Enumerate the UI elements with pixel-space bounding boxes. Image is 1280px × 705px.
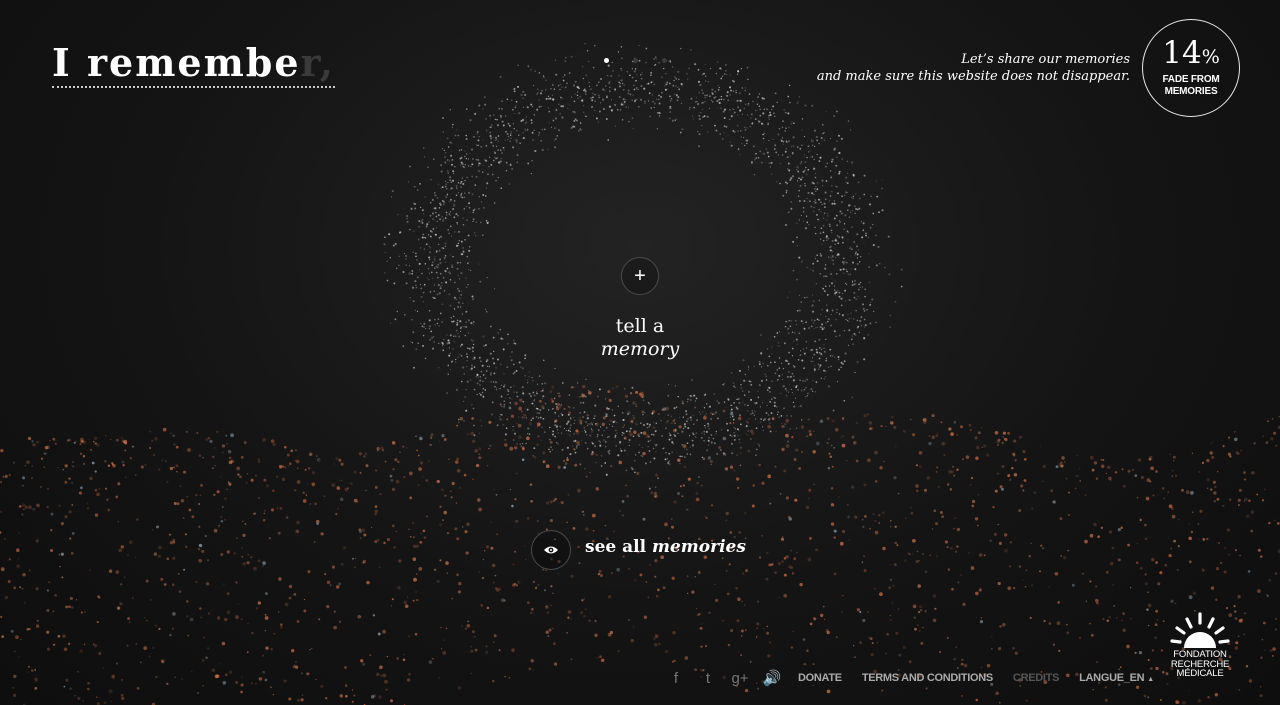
- site-logo[interactable]: I remember,: [52, 40, 336, 88]
- plus-icon[interactable]: +: [621, 257, 659, 295]
- eye-icon[interactable]: [531, 530, 571, 570]
- plus-symbol: +: [634, 264, 646, 287]
- fondation-recherche-medicale-logo[interactable]: FONDATION RECHERCHE MÉDICALE: [1166, 612, 1234, 679]
- fade-percent-value: 14: [1162, 35, 1202, 71]
- donate-link[interactable]: DONATE: [798, 672, 842, 684]
- sound-icon[interactable]: 🔊: [756, 669, 788, 687]
- caret-up-icon: ▲: [1147, 676, 1154, 683]
- fade-label-line-1: FADE FROM: [1162, 74, 1220, 85]
- see-all-label: see all memories: [585, 537, 746, 557]
- eye-icon-svg: [544, 546, 558, 554]
- fade-from-memories-badge: 14% FADE FROM MEMORIES: [1142, 19, 1240, 117]
- terms-link[interactable]: TERMS AND CONDITIONS: [862, 672, 993, 684]
- logo-faded-text: r,: [300, 40, 336, 85]
- language-selector[interactable]: LANGUE_EN ▲: [1079, 672, 1154, 684]
- tell-label: tell a: [615, 315, 665, 337]
- tell-a-memory-button[interactable]: + tell a memory: [540, 257, 740, 360]
- memory-label: memory: [600, 338, 680, 360]
- tagline: Let’s share our memories and make sure t…: [817, 51, 1130, 85]
- pager-dot-3[interactable]: [662, 58, 667, 63]
- logo-text: I remembe: [52, 40, 301, 85]
- slide-pager: [604, 58, 667, 63]
- fade-percent: 14%: [1143, 37, 1239, 73]
- fade-percent-symbol: %: [1201, 46, 1220, 68]
- credits-link[interactable]: CREDITS: [1013, 672, 1059, 684]
- pager-dot-1[interactable]: [604, 58, 609, 63]
- google-plus-icon[interactable]: g+: [724, 670, 756, 687]
- footer-bar: f t g+ 🔊 DONATE TERMS AND CONDITIONS CRE…: [660, 669, 1174, 688]
- tagline-line-1: Let’s share our memories: [961, 52, 1130, 67]
- facebook-icon[interactable]: f: [660, 670, 692, 687]
- see-all-memories-button[interactable]: see all memories: [531, 530, 746, 570]
- partner-line-3: MÉDICALE: [1176, 668, 1224, 679]
- fade-label-line-2: MEMORIES: [1164, 86, 1218, 97]
- pager-dot-2[interactable]: [633, 58, 638, 63]
- see-all-emphasis: memories: [651, 537, 746, 557]
- language-label: LANGUE_EN: [1079, 672, 1145, 684]
- sun-logo-icon: [1170, 612, 1230, 648]
- tagline-line-2: and make sure this website does not disa…: [816, 69, 1130, 84]
- see-all-prefix: see all: [585, 537, 647, 557]
- twitter-icon[interactable]: t: [692, 670, 724, 687]
